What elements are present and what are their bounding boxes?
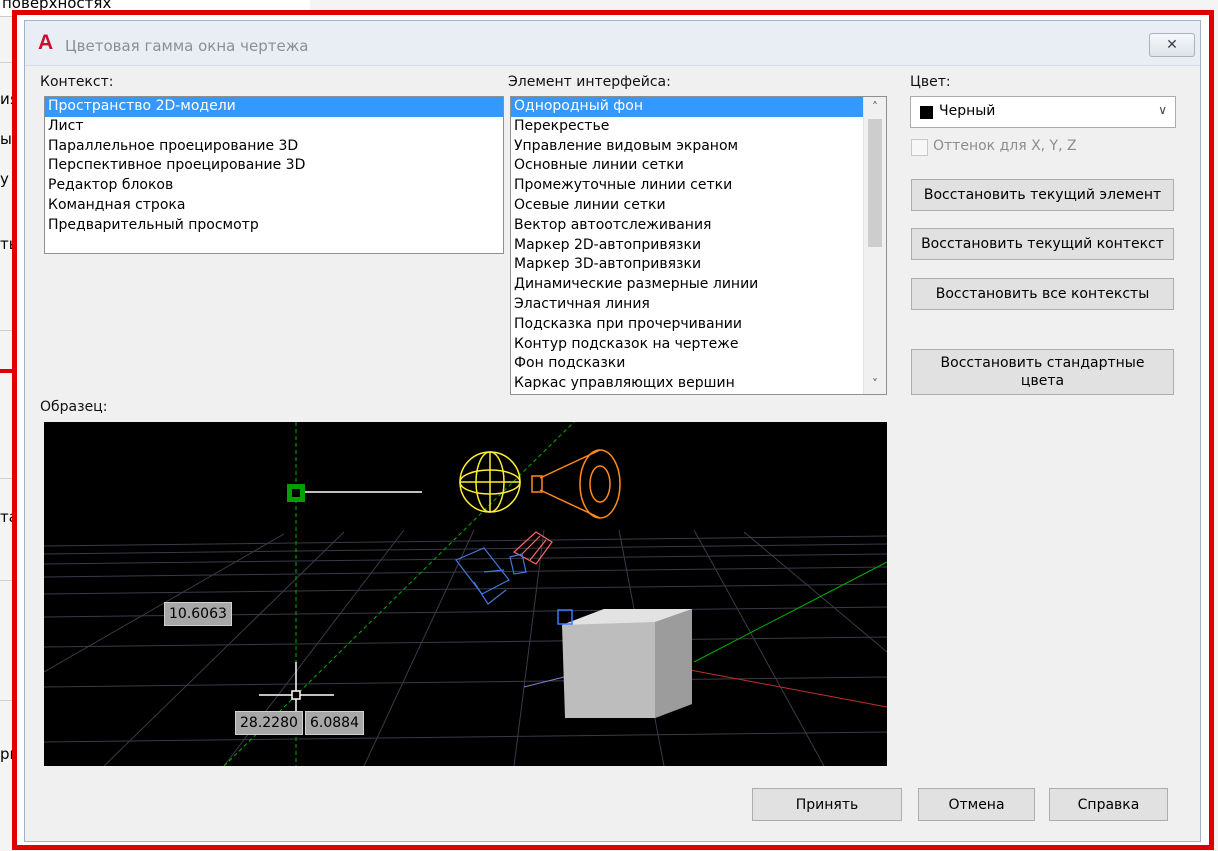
restore-element-button[interactable]: Восстановить текущий элемент bbox=[911, 179, 1174, 211]
interface-item[interactable]: Перекрестье bbox=[511, 117, 863, 137]
color-select[interactable]: Черный ∨ bbox=[910, 96, 1176, 128]
dimension-value: 10.6063 bbox=[164, 602, 232, 626]
ok-button[interactable]: Принять bbox=[752, 788, 902, 821]
autocad-logo-icon: A bbox=[38, 31, 54, 54]
solid-cube bbox=[562, 609, 692, 718]
scroll-thumb[interactable] bbox=[868, 119, 882, 247]
close-button[interactable]: ✕ bbox=[1149, 33, 1195, 57]
interface-item[interactable]: Эластичная линия bbox=[511, 295, 863, 315]
color-scheme-dialog: A Цветовая гамма окна чертежа ✕ Контекст… bbox=[24, 20, 1201, 842]
interface-item[interactable]: Динамические размерные линии bbox=[511, 275, 863, 295]
chevron-down-icon: ∨ bbox=[1158, 103, 1167, 117]
context-item[interactable]: Перспективное проецирование 3D bbox=[45, 156, 503, 176]
spot-light bbox=[531, 449, 621, 519]
preview-scene bbox=[44, 422, 887, 766]
interface-item[interactable]: Каркас управляющих вершин bbox=[511, 374, 863, 394]
cancel-button[interactable]: Отмена bbox=[918, 788, 1035, 821]
color-swatch bbox=[920, 106, 933, 119]
scroll-down-icon[interactable]: ˅ bbox=[864, 374, 886, 394]
context-listbox[interactable]: Пространство 2D-модели Лист Параллельное… bbox=[44, 96, 504, 254]
background-text: у bbox=[0, 170, 9, 188]
interface-item[interactable]: Фон подсказки bbox=[511, 354, 863, 374]
point-light bbox=[459, 451, 521, 513]
preview-label: Образец: bbox=[40, 399, 108, 415]
interface-scrollbar[interactable]: ˄ ˅ bbox=[863, 97, 886, 394]
context-item[interactable]: Лист bbox=[45, 117, 503, 137]
color-label: Цвет: bbox=[910, 74, 951, 90]
context-item[interactable]: Параллельное проецирование 3D bbox=[45, 137, 503, 157]
interface-item[interactable]: Контур подсказок на чертеже bbox=[511, 335, 863, 355]
scroll-up-icon[interactable]: ˄ bbox=[864, 97, 886, 117]
context-item[interactable]: Пространство 2D-модели bbox=[45, 97, 503, 117]
interface-element-label: Элемент интерфейса: bbox=[508, 74, 671, 90]
tint-checkbox[interactable] bbox=[911, 139, 928, 156]
background-text: ы bbox=[0, 130, 12, 148]
help-button[interactable]: Справка bbox=[1049, 788, 1168, 821]
restore-default-colors-button[interactable]: Восстановить стандартные цвета bbox=[911, 349, 1174, 395]
coordinate-y-value: 6.0884 bbox=[305, 711, 364, 735]
context-item[interactable]: Редактор блоков bbox=[45, 176, 503, 196]
title-bar: A Цветовая гамма окна чертежа ✕ bbox=[25, 21, 1200, 66]
interface-element-listbox[interactable]: Однородный фон Перекрестье Управление ви… bbox=[510, 96, 887, 395]
interface-item[interactable]: Управление видовым экраном bbox=[511, 137, 863, 157]
color-select-value: Черный bbox=[939, 103, 996, 119]
interface-item[interactable]: Промежуточные линии сетки bbox=[511, 176, 863, 196]
dialog-title: Цветовая гамма окна чертежа bbox=[65, 37, 309, 55]
interface-item[interactable]: Маркер 2D-автопривязки bbox=[511, 236, 863, 256]
interface-item[interactable]: Подсказка при прочерчивании bbox=[511, 315, 863, 335]
interface-item[interactable]: Маркер 3D-автопривязки bbox=[511, 255, 863, 275]
restore-all-contexts-button[interactable]: Восстановить все контексты bbox=[911, 278, 1174, 310]
context-label: Контекст: bbox=[40, 74, 114, 90]
tint-checkbox-label: Оттенок для X, Y, Z bbox=[933, 138, 1077, 154]
coordinate-x-value: 28.2280 bbox=[235, 711, 303, 735]
interface-item[interactable]: Однородный фон bbox=[511, 97, 863, 117]
context-item[interactable]: Командная строка bbox=[45, 196, 503, 216]
interface-item[interactable]: Основные линии сетки bbox=[511, 156, 863, 176]
context-item[interactable]: Предварительный просмотр bbox=[45, 216, 503, 236]
perspective-grid bbox=[44, 529, 887, 766]
interface-item[interactable]: Вектор автоотслеживания bbox=[511, 216, 863, 236]
interface-item[interactable]: Осевые линии сетки bbox=[511, 196, 863, 216]
restore-context-button[interactable]: Восстановить текущий контекст bbox=[911, 228, 1174, 260]
preview-viewport: 10.6063 28.2280 6.0884 bbox=[44, 422, 887, 766]
